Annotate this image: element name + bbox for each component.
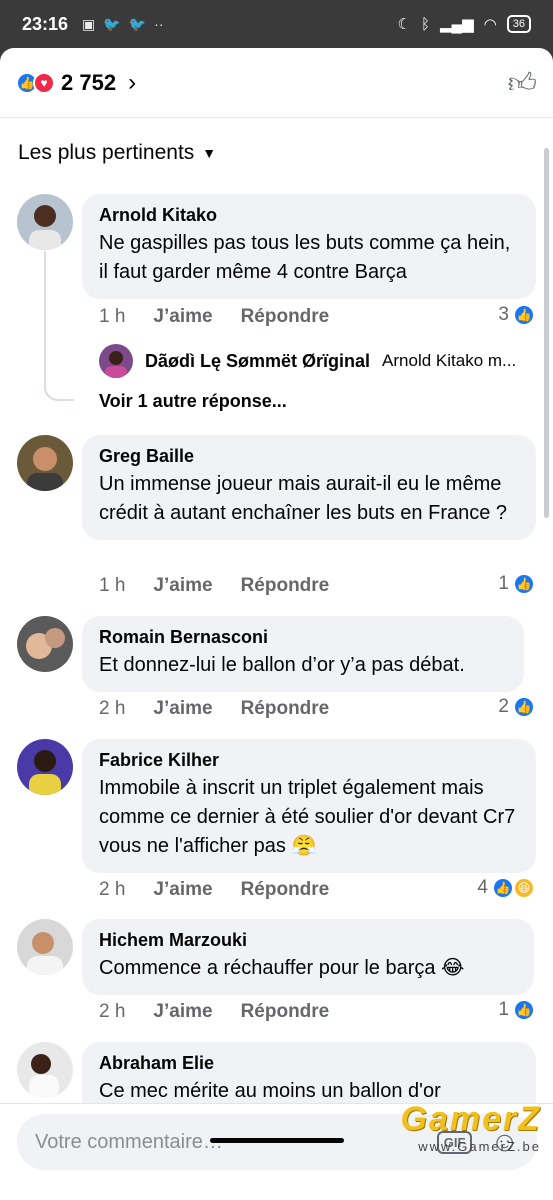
comment-reactions[interactable]: 3 👍 [498, 304, 535, 326]
twitter-icon: 🐦 [103, 15, 121, 32]
avatar[interactable] [17, 739, 73, 795]
like-link[interactable]: J’aime [153, 306, 212, 328]
comment-time: 1 h [99, 306, 126, 327]
reply-preview[interactable]: Dãødì Lę Sømmët Ørïginal Arnold Kitako m… [99, 344, 539, 378]
comment-time: 2 h [99, 1001, 126, 1022]
comment-author[interactable]: Hichem Marzouki [99, 929, 517, 951]
comment-text: Immobile à inscrit un triplet également … [99, 777, 516, 857]
app-notification-icon: ▣ [82, 15, 96, 32]
comment-text: Un immense joueur mais aurait-il eu le m… [99, 473, 508, 524]
avatar [99, 344, 133, 378]
reply-link[interactable]: Répondre [241, 698, 330, 720]
comment-reactions[interactable]: 1 👍 [498, 573, 535, 595]
comment-reactions[interactable]: 1 👍 [498, 999, 535, 1021]
sort-label: Les plus pertinents [18, 141, 195, 164]
comment-actions: 2 h J’aime Répondre [99, 1001, 329, 1023]
scrollbar[interactable] [544, 148, 549, 518]
comments-sheet: 👍 ♥ 2 752 › 👍︎ Les plus pertinents ▼ Arn… [0, 48, 553, 1200]
chevron-right-icon[interactable]: › [128, 69, 136, 97]
more-notifications-icon: ·· [154, 16, 164, 32]
comment-author[interactable]: Arnold Kitako [99, 204, 519, 226]
reply-link[interactable]: Répondre [241, 1001, 330, 1023]
reply-link[interactable]: Répondre [241, 306, 330, 328]
comment-actions: 1 h J’aime Répondre [99, 306, 329, 328]
comment-time: 2 h [99, 698, 126, 719]
comment-time: 2 h [99, 879, 126, 900]
thread-line [44, 351, 74, 401]
do-not-disturb-icon: ☾ [397, 16, 411, 33]
reply-link[interactable]: Répondre [241, 879, 330, 901]
signal-icon: ▂▄▆ [439, 16, 474, 33]
reaction-count: 2 [498, 696, 509, 717]
reactions-header: 👍 ♥ 2 752 › 👍︎ [0, 48, 553, 118]
sort-dropdown[interactable]: Les plus pertinents ▼ [0, 118, 553, 188]
chevron-down-icon: ▼ [202, 145, 217, 161]
avatar[interactable] [17, 435, 73, 491]
battery-icon: 36 [506, 15, 531, 33]
comment-bubble[interactable]: Greg Baille Un immense joueur mais aurai… [82, 435, 536, 540]
like-reaction-icon: 👍 [513, 573, 535, 595]
avatar[interactable] [17, 616, 73, 672]
comment-reactions[interactable]: 4 👍 😆 [477, 877, 535, 899]
view-more-replies-link[interactable]: Voir 1 autre réponse... [99, 391, 287, 412]
avatar[interactable] [17, 1042, 73, 1098]
watermark-logo: GamerZ [400, 1100, 541, 1138]
avatar[interactable] [17, 919, 73, 975]
comment-actions: 2 h J’aime Répondre [99, 879, 329, 901]
reaction-count: 1 [498, 999, 509, 1020]
comment-author[interactable]: Abraham Elie [99, 1052, 519, 1074]
reaction-total[interactable]: 2 752 [61, 70, 116, 96]
status-bar: 23:16 ▣ 🐦 🐦 ·· ☾ ᛒ ▂▄▆ ◠ 36 [0, 0, 553, 48]
comment-reactions[interactable]: 2 👍 [498, 696, 535, 718]
watermark: GamerZ www.GamerZ.be [401, 1100, 542, 1154]
watermark-url: www.GamerZ.be [418, 1139, 541, 1154]
comment-author[interactable]: Fabrice Kilher [99, 749, 519, 771]
comment-bubble[interactable]: Romain Bernasconi Et donnez-lui le ballo… [82, 616, 524, 692]
reply-author: Dãødì Lę Sømmët Ørïginal [145, 350, 371, 371]
wifi-icon: ◠ [483, 16, 497, 33]
comment-time: 1 h [99, 575, 126, 596]
comment-bubble[interactable]: Hichem Marzouki Commence a réchauffer po… [82, 919, 534, 995]
haha-reaction-icon: 😆 [513, 877, 535, 899]
status-time: 23:16 [22, 13, 69, 34]
bluetooth-icon: ᛒ [420, 15, 430, 33]
reply-link[interactable]: Répondre [241, 575, 330, 597]
love-reaction-icon: ♥ [33, 71, 55, 94]
like-link[interactable]: J’aime [153, 879, 212, 901]
comment-text: Et donnez-lui le ballon d’or y’a pas déb… [99, 654, 465, 676]
avatar[interactable] [17, 194, 73, 250]
like-link[interactable]: J’aime [153, 698, 212, 720]
like-reaction-icon: 👍 [513, 696, 535, 718]
comment-author[interactable]: Romain Bernasconi [99, 626, 507, 648]
like-reaction-icon: 👍 [492, 877, 514, 899]
like-reaction-icon: 👍 [513, 999, 535, 1021]
comment-actions: 2 h J’aime Répondre [99, 698, 329, 720]
comment-text: Commence a réchauffer pour le barça 😂 [99, 957, 465, 979]
like-button-icon[interactable]: 👍︎ [508, 66, 537, 100]
reaction-summary[interactable]: 👍 ♥ [16, 71, 55, 94]
comment-author[interactable]: Greg Baille [99, 445, 519, 467]
home-indicator[interactable] [210, 1138, 344, 1143]
comment-bubble[interactable]: Fabrice Kilher Immobile à inscrit un tri… [82, 739, 536, 873]
twitter-icon: 🐦 [128, 15, 147, 32]
reaction-count: 4 [477, 877, 488, 898]
comment-text: Ne gaspilles pas tous les buts comme ça … [99, 232, 511, 283]
reaction-count: 3 [498, 304, 509, 325]
comment-actions: 1 h J’aime Répondre [99, 575, 329, 597]
like-reaction-icon: 👍 [513, 304, 535, 326]
reply-text: Arnold Kitako m... [382, 351, 517, 370]
like-link[interactable]: J’aime [153, 1001, 212, 1023]
reaction-count: 1 [498, 573, 509, 594]
like-link[interactable]: J’aime [153, 575, 212, 597]
comment-bubble[interactable]: Arnold Kitako Ne gaspilles pas tous les … [82, 194, 536, 299]
